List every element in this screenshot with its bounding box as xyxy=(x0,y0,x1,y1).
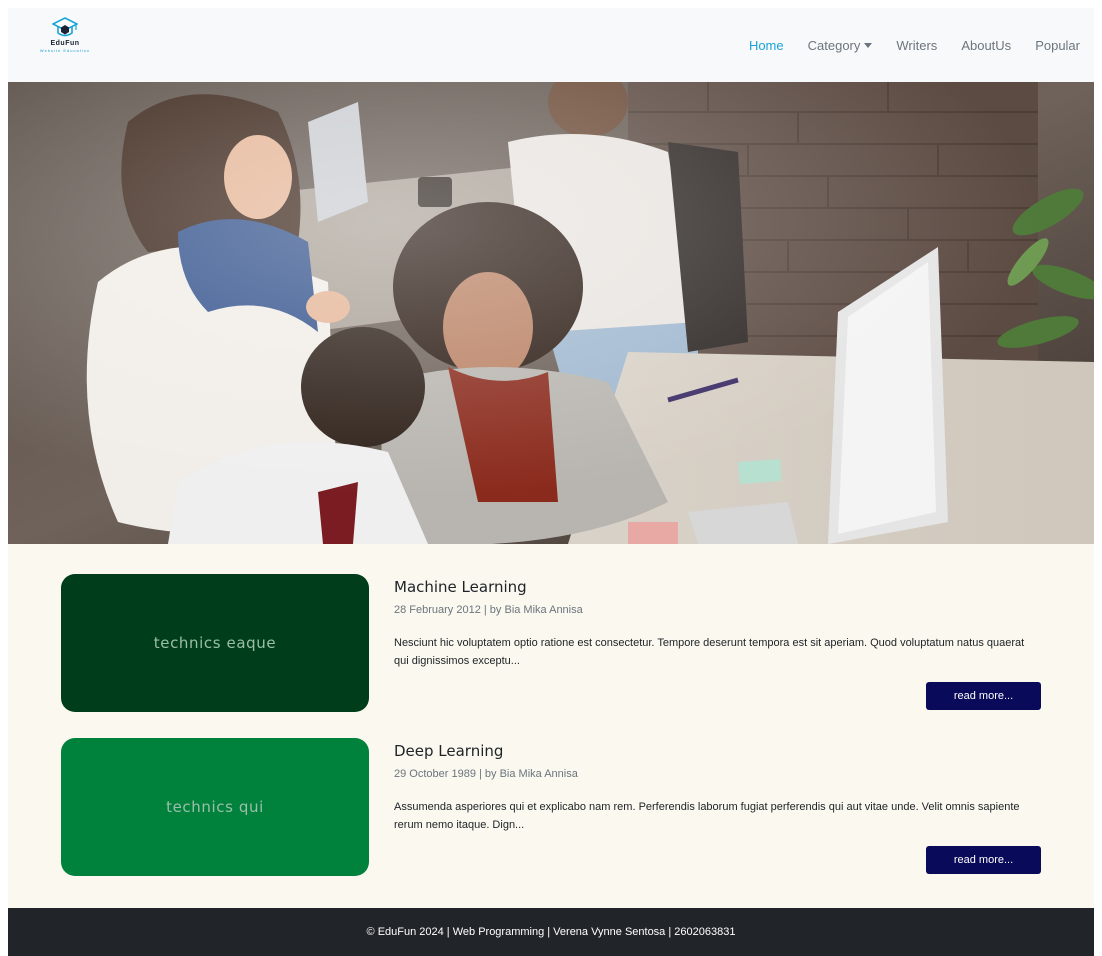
article-thumbnail[interactable]: technics eaque xyxy=(61,574,369,712)
hero-image xyxy=(8,82,1094,544)
thumbnail-text: technics qui xyxy=(166,798,264,816)
nav-category-label: Category xyxy=(807,37,861,53)
read-more-button[interactable]: read more... xyxy=(926,682,1041,710)
brand-name: EduFun xyxy=(50,40,80,47)
nav-aboutus[interactable]: AboutUs xyxy=(961,38,1011,53)
article-card: technics qui Deep Learning 29 October 19… xyxy=(61,738,1041,876)
article-body: Machine Learning 28 February 2012 | by B… xyxy=(394,574,1041,712)
footer-text: © EduFun 2024 | Web Programming | Verena… xyxy=(366,926,736,938)
read-more-button[interactable]: read more... xyxy=(926,846,1041,874)
graduation-cap-icon xyxy=(52,17,78,37)
footer: © EduFun 2024 | Web Programming | Verena… xyxy=(8,908,1094,956)
article-body: Deep Learning 29 October 1989 | by Bia M… xyxy=(394,738,1041,876)
nav-category-dropdown[interactable]: Category xyxy=(808,38,873,53)
nav-writers[interactable]: Writers xyxy=(896,38,937,53)
article-meta: 28 February 2012 | by Bia Mika Annisa xyxy=(394,604,583,616)
nav-popular[interactable]: Popular xyxy=(1035,38,1080,53)
nav-menu: Home Category Writers AboutUs Popular xyxy=(725,38,1080,53)
page: EduFun Website Education Home Category W… xyxy=(8,8,1094,956)
thumbnail-text: technics eaque xyxy=(153,634,277,652)
article-meta: 29 October 1989 | by Bia Mika Annisa xyxy=(394,768,578,780)
article-title[interactable]: Deep Learning xyxy=(394,742,503,760)
article-excerpt: Assumenda asperiores qui et explicabo na… xyxy=(394,801,1020,831)
article-excerpt: Nesciunt hic voluptatem optio ratione es… xyxy=(394,637,1025,667)
article-card: technics eaque Machine Learning 28 Febru… xyxy=(61,574,1041,712)
article-thumbnail[interactable]: technics qui xyxy=(61,738,369,876)
brand-tagline: Website Education xyxy=(39,48,91,53)
navbar: EduFun Website Education Home Category W… xyxy=(8,8,1094,82)
brand-logo[interactable]: EduFun Website Education xyxy=(30,17,100,73)
article-title[interactable]: Machine Learning xyxy=(394,578,527,596)
nav-home[interactable]: Home xyxy=(749,38,784,53)
caret-down-icon xyxy=(864,43,873,48)
